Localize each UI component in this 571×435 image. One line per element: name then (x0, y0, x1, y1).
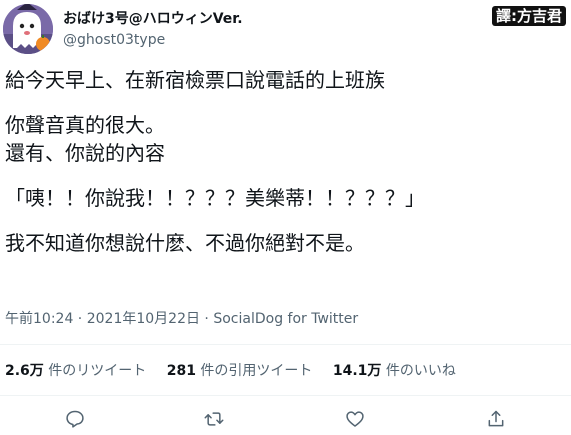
tweet-line: 「咦！！你說我！！？？？美樂蒂！！？？？」 (5, 186, 425, 210)
tweet-time: 午前10:24 (5, 311, 74, 327)
tweet-line: 給今天早上、在新宿檢票口說電話的上班族 (5, 68, 385, 92)
share-icon (488, 410, 504, 427)
tweet-text: 給今天早上、在新宿檢票口說電話的上班族 你聲音真的很大。 還有、你說的內容 「咦… (5, 66, 565, 257)
tweet-stats: 2.6万 件のリツイート 281 件の引用ツイート 14.1万 件のいいね (5, 362, 472, 380)
divider (0, 395, 571, 396)
tweet-meta: 午前10:24 · 2021年10月22日 · SocialDog for Tw… (5, 310, 358, 328)
meta-separator: · (199, 311, 214, 327)
meta-separator: · (73, 311, 87, 327)
tweet-line: 還有、你說的內容 (5, 141, 165, 165)
reply-button[interactable] (64, 408, 86, 430)
retweets-label: 件のリツイート (48, 363, 147, 379)
action-bar (0, 402, 571, 435)
tweet-time-link[interactable]: 午前10:24 · 2021年10月22日 (5, 311, 200, 327)
retweet-button[interactable] (203, 408, 225, 430)
share-button[interactable] (485, 408, 507, 430)
tweet-line: 我不知道你想說什麽、不過你絕對不是。 (5, 231, 365, 255)
likes-label: 件のいいね (385, 363, 456, 379)
user-info: おばけ3号@ハロウィンVer. @ghost03type (63, 10, 243, 49)
retweets-count: 2.6万 (5, 363, 44, 379)
display-name[interactable]: おばけ3号@ハロウィンVer. (63, 10, 243, 28)
ghost-avatar-image (3, 4, 53, 54)
quotes-label: 件の引用ツイート (200, 363, 313, 379)
reply-icon (66, 410, 84, 428)
tweet-source-link[interactable]: SocialDog for Twitter (213, 311, 358, 327)
like-icon (346, 411, 364, 427)
tweet-screenshot: おばけ3号@ハロウィンVer. @ghost03type 譯:方吉君 給今天早上… (0, 0, 571, 435)
retweets-stat[interactable]: 2.6万 件のリツイート (5, 362, 146, 380)
user-handle[interactable]: @ghost03type (63, 31, 243, 49)
tweet-date: 2021年10月22日 (86, 311, 200, 327)
tweet-line: 你聲音真的很大。 (5, 113, 165, 137)
likes-stat[interactable]: 14.1万 件のいいね (333, 362, 456, 380)
avatar[interactable] (3, 4, 53, 54)
divider (0, 344, 571, 345)
likes-count: 14.1万 (332, 363, 382, 379)
quotes-count: 281 (166, 363, 196, 379)
like-button[interactable] (344, 408, 366, 430)
translator-badge: 譯:方吉君 (492, 6, 566, 26)
quotes-stat[interactable]: 281 件の引用ツイート (167, 362, 313, 380)
retweet-icon (204, 412, 224, 426)
